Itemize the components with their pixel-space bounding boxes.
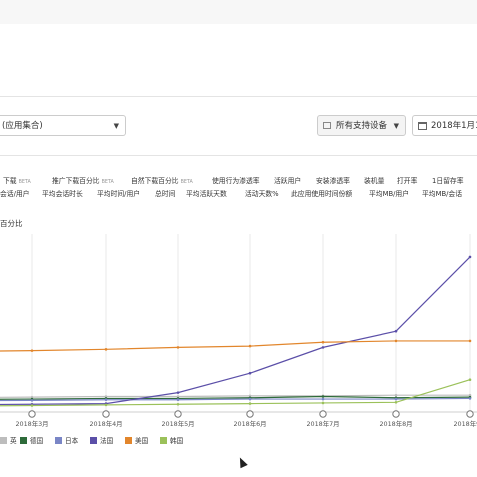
chart-title: 百分比 xyxy=(0,219,23,228)
data-point xyxy=(248,344,252,348)
x-tick-label: 2018年9月 xyxy=(453,419,477,428)
x-tick-marker xyxy=(466,410,474,418)
metric-tab[interactable]: 平均活跃天数 xyxy=(186,188,227,198)
metric-tab[interactable]: 平均时间/用户 xyxy=(97,188,140,198)
metric-tab[interactable]: 下载 BETA xyxy=(3,175,31,185)
metric-tab[interactable]: 平均MB/用户 xyxy=(369,188,409,198)
metric-tabs-row2: 会话/用户 平均会话时长 平均时间/用户 总时间 平均活跃天数 活动天数% 此应… xyxy=(0,188,477,200)
series-line xyxy=(0,340,470,352)
calendar-icon xyxy=(418,122,427,130)
date-range-select[interactable]: 2018年1月1 xyxy=(412,115,477,136)
device-icon xyxy=(323,122,331,129)
legend-swatch xyxy=(20,436,27,444)
metric-tab[interactable]: 使用行为渗透率 xyxy=(212,175,260,185)
legend-item[interactable]: 韩国 xyxy=(160,435,183,445)
x-tick-marker xyxy=(102,410,110,418)
metric-tab[interactable]: 会话/用户 xyxy=(0,188,29,198)
data-point xyxy=(321,346,325,349)
data-point xyxy=(176,391,180,394)
x-tick-marker xyxy=(392,410,400,418)
x-tick-label: 2018年5月 xyxy=(161,419,194,428)
metric-tab[interactable]: 安装渗透率 xyxy=(316,175,350,185)
legend-item[interactable]: 德国 xyxy=(20,435,43,445)
x-tick-marker xyxy=(319,410,327,418)
legend-swatch xyxy=(0,436,7,444)
section-divider xyxy=(0,96,477,97)
data-point xyxy=(321,340,325,344)
legend-swatch xyxy=(125,436,132,444)
metric-tab[interactable]: 此应用使用时间份额 xyxy=(291,188,352,198)
data-point xyxy=(394,393,398,397)
data-point xyxy=(176,402,180,406)
metric-tab[interactable]: 1日留存率 xyxy=(432,175,464,185)
chevron-down-icon: ▼ xyxy=(393,122,399,130)
series-line xyxy=(0,256,471,406)
legend-item[interactable]: 日本 xyxy=(55,435,78,445)
legend-item[interactable]: 美国 xyxy=(125,435,148,445)
legend-swatch xyxy=(90,436,97,444)
data-point xyxy=(394,329,398,333)
data-point xyxy=(321,401,325,405)
x-tick-label: 2018年6月 xyxy=(233,419,266,428)
metric-tab[interactable]: 活跃用户 xyxy=(274,175,301,185)
x-tick-label: 2018年7月 xyxy=(306,419,339,428)
device-select-label: 所有支持设备 xyxy=(336,121,388,131)
data-point xyxy=(321,397,325,401)
x-tick-marker xyxy=(246,410,254,418)
chevron-down-icon: ▼ xyxy=(113,122,119,130)
metric-tab[interactable]: 平均MB/会话 xyxy=(422,188,462,198)
top-bar xyxy=(0,0,477,24)
x-tick-label: 2018年4月 xyxy=(89,419,122,428)
mouse-cursor-icon xyxy=(236,455,248,469)
data-point xyxy=(394,401,398,404)
app-collection-select[interactable]: (应用集合) ▼ xyxy=(0,115,126,136)
data-point xyxy=(176,346,180,349)
metric-tabs-row1: 下载 BETA 推广下载百分比 BETA 自然下载百分比 BETA 使用行为渗透率 活… xyxy=(0,175,477,187)
data-point xyxy=(248,402,252,405)
metric-tab[interactable]: 活动天数% xyxy=(245,188,279,198)
metric-tab[interactable]: 打开率 xyxy=(397,175,417,185)
data-point xyxy=(104,398,108,402)
series-line xyxy=(0,394,470,398)
data-point xyxy=(468,339,472,343)
data-point xyxy=(104,348,108,351)
metric-tab[interactable]: 自然下载百分比 BETA xyxy=(131,175,193,185)
data-point xyxy=(394,339,398,343)
x-tick-label: 2018年8月 xyxy=(379,419,412,428)
metric-tab[interactable]: 平均会话时长 xyxy=(42,188,83,198)
data-point xyxy=(468,378,472,381)
legend-item[interactable]: 英 xyxy=(0,435,17,445)
filter-divider xyxy=(0,155,477,156)
data-point xyxy=(394,397,398,401)
metric-tab[interactable]: 装机量 xyxy=(364,175,384,185)
data-point xyxy=(468,397,472,400)
device-select[interactable]: 所有支持设备 ▼ xyxy=(317,115,406,136)
data-point xyxy=(321,395,325,398)
metric-tab[interactable]: 推广下载百分比 BETA xyxy=(52,175,114,185)
data-point xyxy=(104,403,108,407)
data-point xyxy=(248,397,252,401)
data-point xyxy=(30,404,34,407)
legend-swatch xyxy=(160,436,167,444)
x-tick-marker xyxy=(28,410,36,418)
data-point xyxy=(468,255,472,259)
app-collection-label: (应用集合) xyxy=(2,121,43,131)
metric-tab[interactable]: 总时间 xyxy=(155,188,175,198)
data-point xyxy=(30,399,34,402)
data-point xyxy=(248,371,252,375)
line-chart: 2018年3月 2018年4月 2018年5月 2018年6月 2018年7月 2018年… xyxy=(0,234,477,428)
data-point xyxy=(30,349,34,352)
legend-item[interactable]: 法国 xyxy=(90,435,113,445)
legend-swatch xyxy=(55,436,62,444)
data-point xyxy=(176,398,180,402)
date-range-label: 2018年1月1 xyxy=(431,121,477,131)
x-tick-label: 2018年3月 xyxy=(15,419,48,428)
x-tick-marker xyxy=(174,410,182,418)
series-line xyxy=(0,379,471,407)
